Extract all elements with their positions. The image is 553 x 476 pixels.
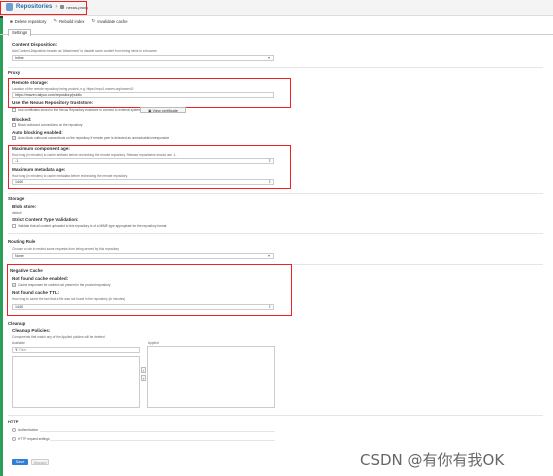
truststore-help: Use certificates stored in the Nexus Rep… [18,108,143,112]
routing-help: Choose a rule to restrict some requests … [12,247,120,251]
not-found-cache-checkbox[interactable]: ✓ [12,283,16,287]
tab-strip [0,27,553,35]
not-found-cache-ttl-help: How long to cache the fact that a file w… [12,297,126,301]
cleanup-filter-placeholder: Filter [18,348,27,352]
blocked-checkbox-row: Block outbound connections on the reposi… [12,123,83,127]
strict-content-label: Strict Content Type Validation: [12,217,79,222]
max-metadata-age-value: 1440 [15,180,23,184]
blocked-checkbox[interactable] [12,123,16,127]
authentication-label: Authentication [18,428,39,432]
rebuild-index-button[interactable]: ✎ Rebuild index [51,18,86,24]
available-label: Available [12,341,25,345]
truststore-checkbox[interactable] [12,108,16,112]
refresh-icon: ↻ [91,18,96,23]
view-certificate-label: View certificate [152,109,178,113]
not-found-cache-checkbox-row: ✓ Cache responses for content not presen… [12,283,111,287]
not-found-cache-ttl-label: Not found cache TTL: [12,290,60,295]
wrench-icon: ✎ [53,18,58,23]
cleanup-filter-input[interactable]: ⊽ Filter [12,347,140,353]
truststore-label: Use the Nexus Repository truststore: [12,100,94,105]
max-component-age-label: Maximum component age: [12,146,70,151]
not-found-cache-ttl-input[interactable]: 1440 [12,304,274,310]
truststore-checkbox-row: Use certificates stored in the Nexus Rep… [12,108,142,112]
stepper-icon[interactable]: ⇕ [268,158,271,163]
expand-icon [12,437,16,441]
cleanup-policies-label: Cleanup Policies: [12,328,51,333]
delete-repository-button[interactable]: ■ Delete repository [8,19,48,24]
auto-blocking-help: Auto-block outbound connections on the r… [18,136,170,140]
content-disposition-label: Content Disposition: [12,42,58,47]
content-disposition-value: Inline [15,56,24,60]
available-policies-list[interactable] [12,356,140,408]
tab-settings[interactable]: Settings [8,29,32,36]
invalidate-cache-label: Invalidate cache [97,18,128,24]
remote-storage-input[interactable]: https://maven.aliyun.com/repository/publ… [12,92,274,98]
storage-section-title: Storage [8,196,25,201]
divider [40,431,275,432]
filter-icon: ⊽ [15,348,18,352]
divider [8,233,543,234]
strict-content-checkbox-row: Validate that all content uploaded to th… [12,224,166,228]
http-section-title: HTTP [8,419,19,424]
cleanup-help: Components that match any of the Applied… [12,335,105,339]
authentication-row[interactable]: Authentication [12,428,38,432]
strict-content-help: Validate that all content uploaded to th… [18,224,167,228]
invalidate-cache-button[interactable]: ↻ Invalidate cache [90,18,130,24]
negative-cache-section-title: Negative Cache [10,268,43,273]
move-left-button[interactable]: ‹ [141,375,146,381]
max-component-age-input[interactable]: -1 [12,158,274,164]
routing-rule-value: None [15,254,24,258]
max-metadata-age-label: Maximum metadata age: [12,167,66,172]
blob-store-value: default [12,211,22,215]
blocked-label: Blocked: [12,117,32,122]
auto-blocking-label: Auto blocking enabled: [12,130,63,135]
left-accent-bar [0,0,3,476]
certificate-icon: ▣ [148,109,152,113]
divider [50,440,275,441]
move-right-button[interactable]: › [141,367,146,373]
divider [8,193,543,194]
http-request-settings-row[interactable]: HTTP request settings [12,437,50,441]
highlight-box-breadcrumb [0,1,87,15]
delete-repository-label: Delete repository [14,18,47,24]
cleanup-section-title: Cleanup [8,321,26,326]
blob-store-label: Blob store: [12,204,37,209]
trash-icon: ■ [10,18,13,24]
content-disposition-select[interactable]: Inline [12,55,274,61]
divider [8,415,543,416]
remote-storage-label: Remote storage: [12,80,49,85]
chevron-down-icon: ▾ [268,55,271,60]
not-found-cache-enabled-label: Not found cache enabled: [12,276,69,281]
stepper-icon[interactable]: ⇕ [268,179,271,184]
max-metadata-age-input[interactable]: 1440 [12,179,274,185]
applied-policies-list[interactable] [147,346,275,408]
remote-storage-help: Location of the remote repository being … [12,87,134,91]
save-button[interactable]: Save [12,459,28,465]
proxy-section-title: Proxy [8,70,21,75]
http-request-settings-label: HTTP request settings [18,437,50,441]
max-metadata-age-help: How long (in minutes) to cache metadata … [12,174,128,178]
not-found-cache-ttl-value: 1440 [15,305,23,309]
not-found-cache-help: Cache responses for content not present … [18,283,111,287]
auto-blocking-checkbox[interactable]: ✓ [12,136,16,140]
rebuild-index-label: Rebuild index [59,18,85,24]
divider [8,67,543,68]
auto-blocking-checkbox-row: ✓ Auto-block outbound connections on the… [12,136,169,140]
expand-icon [12,428,16,432]
routing-section-title: Routing Rule [8,239,36,244]
remote-storage-value: https://maven.aliyun.com/repository/publ… [15,93,82,97]
max-component-age-value: -1 [15,159,19,163]
stepper-icon[interactable]: ⇕ [268,304,271,309]
discard-button[interactable]: Discard [31,459,49,465]
max-component-age-help: How long (in minutes) to cache artifacts… [12,153,177,157]
applied-label: Applied [148,341,159,345]
toolbar: ■ Delete repository ✎ Rebuild index ↻ In… [0,17,553,25]
routing-rule-select[interactable]: None [12,253,274,259]
view-certificate-button[interactable]: ▣ View certificate [140,107,186,113]
chevron-down-icon: ▾ [268,253,271,258]
watermark: CSDN @有你有我OK [360,451,505,469]
content-disposition-help: Add Content-Disposition header as 'Attac… [12,49,158,53]
strict-content-checkbox[interactable] [12,224,16,228]
blocked-help: Block outbound connections on the reposi… [18,123,83,127]
